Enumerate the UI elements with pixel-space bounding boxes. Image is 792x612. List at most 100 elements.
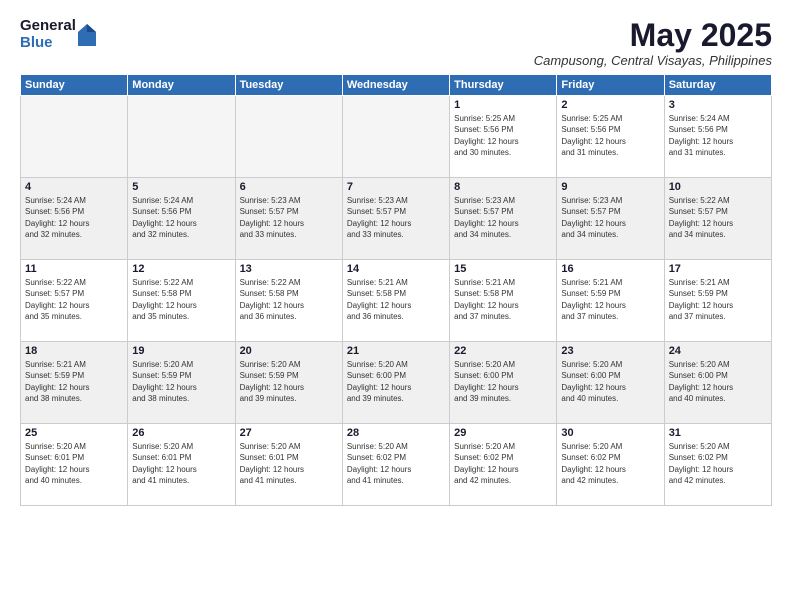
logo: General Blue: [20, 18, 96, 51]
day-info: Sunrise: 5:25 AM Sunset: 5:56 PM Dayligh…: [454, 113, 552, 158]
day-number: 2: [561, 99, 659, 111]
table-row: 21Sunrise: 5:20 AM Sunset: 6:00 PM Dayli…: [342, 342, 449, 424]
col-friday: Friday: [557, 75, 664, 96]
day-info: Sunrise: 5:20 AM Sunset: 6:00 PM Dayligh…: [561, 359, 659, 404]
day-number: 24: [669, 345, 767, 357]
table-row: 22 Sunrise: 5:20 AM Sunset: 6:00 PM Dayli…: [450, 342, 557, 424]
table-row: 27Sunrise: 5:20 AM Sunset: 6:01 PM Dayli…: [235, 424, 342, 506]
calendar-week-row: 4 Sunrise: 5:24 AM Sunset: 5:56 PM Daylig…: [21, 178, 772, 260]
day-number: 14: [347, 263, 445, 275]
day-info: Sunrise: 5:20 AM Sunset: 5:59 PM Dayligh…: [132, 359, 230, 404]
day-number: 31: [669, 427, 767, 439]
table-row: 17 Sunrise: 5:21 AM Sunset: 5:59 PM Dayli…: [664, 260, 771, 342]
month-year-title: May 2025: [534, 18, 772, 53]
table-row: 2 Sunrise: 5:25 AM Sunset: 5:56 PM Daylig…: [557, 96, 664, 178]
day-number: 15: [454, 263, 552, 275]
day-info: Sunrise: 5:20 AM Sunset: 6:01 PM Dayligh…: [25, 441, 123, 486]
table-row: 12 Sunrise: 5:22 AM Sunset: 5:58 PM Dayli…: [128, 260, 235, 342]
day-info: Sunrise: 5:23 AM Sunset: 5:57 PM Dayligh…: [347, 195, 445, 240]
day-number: 19: [132, 345, 230, 357]
table-row: 16Sunrise: 5:21 AM Sunset: 5:59 PM Dayli…: [557, 260, 664, 342]
table-row: 11Sunrise: 5:22 AM Sunset: 5:57 PM Dayli…: [21, 260, 128, 342]
day-info: Sunrise: 5:23 AM Sunset: 5:57 PM Dayligh…: [240, 195, 338, 240]
logo-icon: [78, 24, 96, 46]
day-number: 6: [240, 181, 338, 193]
day-number: 9: [561, 181, 659, 193]
day-number: 11: [25, 263, 123, 275]
col-saturday: Saturday: [664, 75, 771, 96]
table-row: 1 Sunrise: 5:25 AM Sunset: 5:56 PM Daylig…: [450, 96, 557, 178]
table-row: 31 Sunrise: 5:20 AM Sunset: 6:02 PM Dayli…: [664, 424, 771, 506]
day-number: 21: [347, 345, 445, 357]
day-number: 26: [132, 427, 230, 439]
table-row: 4 Sunrise: 5:24 AM Sunset: 5:56 PM Daylig…: [21, 178, 128, 260]
col-wednesday: Wednesday: [342, 75, 449, 96]
day-info: Sunrise: 5:21 AM Sunset: 5:58 PM Dayligh…: [347, 277, 445, 322]
table-row: [342, 96, 449, 178]
calendar-table: Sunday Monday Tuesday Wednesday Thursday…: [20, 74, 772, 506]
table-row: 3 Sunrise: 5:24 AM Sunset: 5:56 PM Daylig…: [664, 96, 771, 178]
day-info: Sunrise: 5:22 AM Sunset: 5:58 PM Dayligh…: [132, 277, 230, 322]
day-info: Sunrise: 5:20 AM Sunset: 6:01 PM Dayligh…: [132, 441, 230, 486]
day-info: Sunrise: 5:20 AM Sunset: 6:02 PM Dayligh…: [454, 441, 552, 486]
logo-general: General: [20, 18, 76, 35]
day-number: 1: [454, 99, 552, 111]
table-row: 24 Sunrise: 5:20 AM Sunset: 6:00 PM Dayli…: [664, 342, 771, 424]
title-block: May 2025 Campusong, Central Visayas, Phi…: [534, 18, 772, 68]
logo-text: General Blue: [20, 18, 76, 51]
day-info: Sunrise: 5:20 AM Sunset: 6:02 PM Dayligh…: [561, 441, 659, 486]
table-row: 8Sunrise: 5:23 AM Sunset: 5:57 PM Daylig…: [450, 178, 557, 260]
table-row: 25 Sunrise: 5:20 AM Sunset: 6:01 PM Dayli…: [21, 424, 128, 506]
page-header: General Blue May 2025 Campusong, Central…: [20, 18, 772, 68]
day-number: 7: [347, 181, 445, 193]
table-row: 10 Sunrise: 5:22 AM Sunset: 5:57 PM Dayli…: [664, 178, 771, 260]
day-info: Sunrise: 5:20 AM Sunset: 6:00 PM Dayligh…: [454, 359, 552, 404]
calendar-week-row: 1 Sunrise: 5:25 AM Sunset: 5:56 PM Daylig…: [21, 96, 772, 178]
table-row: [128, 96, 235, 178]
day-number: 27: [240, 427, 338, 439]
table-row: 30Sunrise: 5:20 AM Sunset: 6:02 PM Dayli…: [557, 424, 664, 506]
day-info: Sunrise: 5:20 AM Sunset: 5:59 PM Dayligh…: [240, 359, 338, 404]
calendar-week-row: 18Sunrise: 5:21 AM Sunset: 5:59 PM Dayli…: [21, 342, 772, 424]
table-row: 23 Sunrise: 5:20 AM Sunset: 6:00 PM Dayli…: [557, 342, 664, 424]
day-info: Sunrise: 5:21 AM Sunset: 5:58 PM Dayligh…: [454, 277, 552, 322]
table-row: 13 Sunrise: 5:22 AM Sunset: 5:58 PM Dayli…: [235, 260, 342, 342]
day-info: Sunrise: 5:20 AM Sunset: 6:00 PM Dayligh…: [669, 359, 767, 404]
location-subtitle: Campusong, Central Visayas, Philippines: [534, 53, 772, 68]
col-thursday: Thursday: [450, 75, 557, 96]
calendar-week-row: 25 Sunrise: 5:20 AM Sunset: 6:01 PM Dayli…: [21, 424, 772, 506]
day-number: 12: [132, 263, 230, 275]
page: General Blue May 2025 Campusong, Central…: [0, 0, 792, 612]
day-info: Sunrise: 5:25 AM Sunset: 5:56 PM Dayligh…: [561, 113, 659, 158]
table-row: 29Sunrise: 5:20 AM Sunset: 6:02 PM Dayli…: [450, 424, 557, 506]
table-row: 6 Sunrise: 5:23 AM Sunset: 5:57 PM Daylig…: [235, 178, 342, 260]
day-number: 4: [25, 181, 123, 193]
day-number: 28: [347, 427, 445, 439]
table-row: 19 Sunrise: 5:20 AM Sunset: 5:59 PM Dayli…: [128, 342, 235, 424]
day-info: Sunrise: 5:21 AM Sunset: 5:59 PM Dayligh…: [561, 277, 659, 322]
table-row: 18Sunrise: 5:21 AM Sunset: 5:59 PM Dayli…: [21, 342, 128, 424]
day-info: Sunrise: 5:20 AM Sunset: 6:02 PM Dayligh…: [669, 441, 767, 486]
day-info: Sunrise: 5:22 AM Sunset: 5:58 PM Dayligh…: [240, 277, 338, 322]
table-row: 5Sunrise: 5:24 AM Sunset: 5:56 PM Daylig…: [128, 178, 235, 260]
day-info: Sunrise: 5:21 AM Sunset: 5:59 PM Dayligh…: [669, 277, 767, 322]
day-info: Sunrise: 5:24 AM Sunset: 5:56 PM Dayligh…: [132, 195, 230, 240]
day-info: Sunrise: 5:24 AM Sunset: 5:56 PM Dayligh…: [25, 195, 123, 240]
table-row: 20 Sunrise: 5:20 AM Sunset: 5:59 PM Dayli…: [235, 342, 342, 424]
table-row: [235, 96, 342, 178]
table-row: 7 Sunrise: 5:23 AM Sunset: 5:57 PM Daylig…: [342, 178, 449, 260]
day-number: 20: [240, 345, 338, 357]
col-tuesday: Tuesday: [235, 75, 342, 96]
day-info: Sunrise: 5:22 AM Sunset: 5:57 PM Dayligh…: [669, 195, 767, 240]
day-number: 3: [669, 99, 767, 111]
table-row: 26 Sunrise: 5:20 AM Sunset: 6:01 PM Dayli…: [128, 424, 235, 506]
day-number: 18: [25, 345, 123, 357]
day-number: 17: [669, 263, 767, 275]
day-number: 23: [561, 345, 659, 357]
day-number: 25: [25, 427, 123, 439]
day-info: Sunrise: 5:24 AM Sunset: 5:56 PM Dayligh…: [669, 113, 767, 158]
calendar-header-row: Sunday Monday Tuesday Wednesday Thursday…: [21, 75, 772, 96]
day-number: 22: [454, 345, 552, 357]
day-number: 10: [669, 181, 767, 193]
day-number: 13: [240, 263, 338, 275]
